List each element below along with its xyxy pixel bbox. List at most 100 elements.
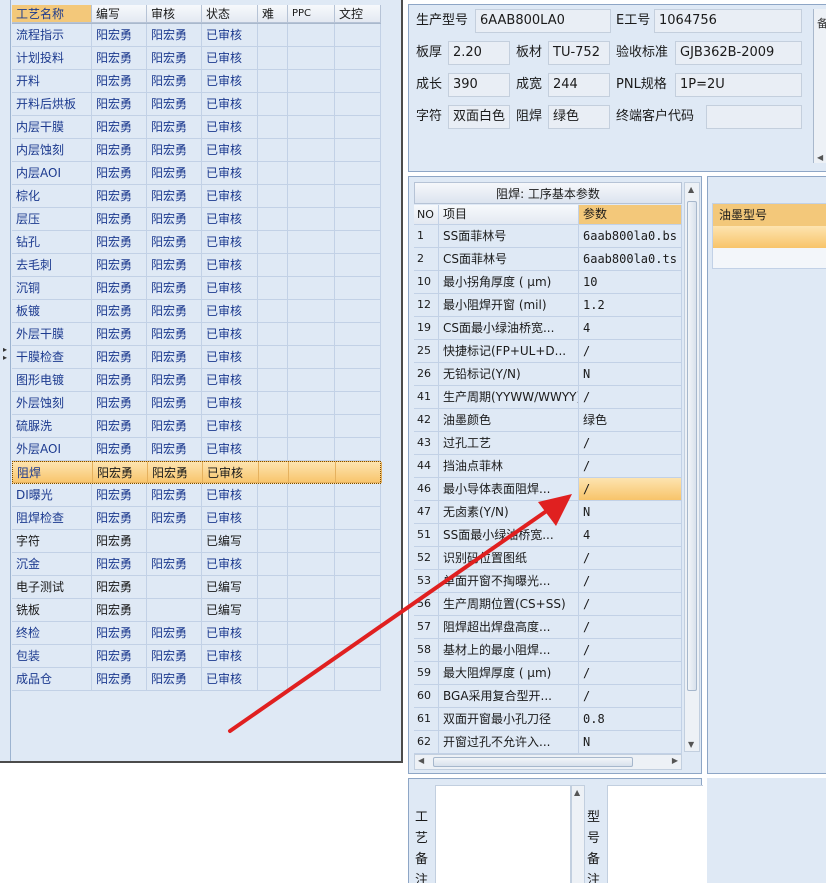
table-row[interactable]: 成品仓 阳宏勇 阳宏勇 已审核 [12, 668, 381, 691]
table-row[interactable]: 44 挡油点菲林 / [414, 455, 682, 478]
param-value-cell[interactable]: / [579, 685, 682, 708]
e-number-field[interactable]: 1064756 [654, 9, 802, 33]
param-value-cell[interactable]: / [579, 570, 682, 593]
column-header[interactable]: 文控 [335, 5, 381, 23]
table-row[interactable]: 26 无铅标记(Y/N) N [414, 363, 682, 386]
ink-selected-row[interactable] [713, 226, 826, 248]
table-row[interactable]: 沉铜 阳宏勇 阳宏勇 已审核 [12, 277, 381, 300]
scroll-thumb[interactable] [687, 201, 697, 691]
column-header[interactable]: 工艺名称 [12, 5, 92, 23]
table-row[interactable]: 终检 阳宏勇 阳宏勇 已审核 [12, 622, 381, 645]
column-header[interactable]: PPC [288, 5, 335, 23]
model-field[interactable]: 6AAB800LA0 [475, 9, 611, 33]
scroll-left-icon[interactable]: ◀ [817, 153, 823, 162]
param-value-cell[interactable]: 6aab800la0.bs [579, 225, 682, 248]
table-row[interactable]: 去毛刺 阳宏勇 阳宏勇 已审核 [12, 254, 381, 277]
table-row[interactable]: 42 油墨颜色 绿色 [414, 409, 682, 432]
table-row[interactable]: DI曝光 阳宏勇 阳宏勇 已审核 [12, 484, 381, 507]
table-row[interactable]: 阻焊 阳宏勇 阳宏勇 已审核 [12, 461, 382, 484]
param-value-cell[interactable]: 4 [579, 317, 682, 340]
param-value-cell[interactable]: 0.8 [579, 708, 682, 731]
table-row[interactable]: 干膜检查 阳宏勇 阳宏勇 已审核 [12, 346, 381, 369]
param-value-cell[interactable]: 10 [579, 271, 682, 294]
table-row[interactable]: 62 开窗过孔不允许入... N [414, 731, 682, 754]
table-row[interactable]: 46 最小导体表面阻焊... / [414, 478, 682, 501]
material-field[interactable]: TU-752 [548, 41, 610, 65]
table-row[interactable]: 52 识别码位置图纸 / [414, 547, 682, 570]
param-value-cell[interactable]: N [579, 363, 682, 386]
table-row[interactable]: 板镀 阳宏勇 阳宏勇 已审核 [12, 300, 381, 323]
table-row[interactable]: 包装 阳宏勇 阳宏勇 已审核 [12, 645, 381, 668]
table-row[interactable]: 41 生产周期(YYWW/WWYY) / [414, 386, 682, 409]
table-row[interactable]: 1 SS面菲林号 6aab800la0.bs [414, 225, 682, 248]
pnl-field[interactable]: 1P=2U [675, 73, 802, 97]
table-row[interactable]: 铣板 阳宏勇 已编写 [12, 599, 381, 622]
table-row[interactable]: 58 基材上的最小阻焊... / [414, 639, 682, 662]
param-value-cell[interactable]: 4 [579, 524, 682, 547]
table-row[interactable]: 19 CS面最小绿油桥宽... 4 [414, 317, 682, 340]
width-field[interactable]: 244 [548, 73, 610, 97]
param-value-cell[interactable]: / [579, 386, 682, 409]
scroll-right-icon[interactable]: ▶ [672, 756, 678, 765]
remark-side-panel[interactable]: 备 ◀ [813, 9, 826, 163]
column-header[interactable]: 状态 [202, 5, 258, 23]
column-header[interactable]: 审核 [147, 5, 202, 23]
params-vertical-scrollbar[interactable]: ▲ ▼ [684, 182, 700, 752]
column-header[interactable]: 参数 [579, 205, 682, 225]
table-row[interactable]: 字符 阳宏勇 已编写 [12, 530, 381, 553]
table-row[interactable]: 内层AOI 阳宏勇 阳宏勇 已审核 [12, 162, 381, 185]
table-row[interactable]: 60 BGA采用复合型开... / [414, 685, 682, 708]
param-value-cell[interactable]: / [579, 478, 682, 501]
table-row[interactable]: 2 CS面菲林号 6aab800la0.ts [414, 248, 682, 271]
table-row[interactable]: 图形电镀 阳宏勇 阳宏勇 已审核 [12, 369, 381, 392]
thickness-field[interactable]: 2.20 [448, 41, 510, 65]
table-row[interactable]: 内层干膜 阳宏勇 阳宏勇 已审核 [12, 116, 381, 139]
table-row[interactable]: 56 生产周期位置(CS+SS) / [414, 593, 682, 616]
scroll-thumb[interactable] [433, 757, 633, 767]
table-row[interactable]: 外层干膜 阳宏勇 阳宏勇 已审核 [12, 323, 381, 346]
standard-field[interactable]: GJB362B-2009 [675, 41, 802, 65]
param-value-cell[interactable]: / [579, 616, 682, 639]
table-row[interactable]: 计划投料 阳宏勇 阳宏勇 已审核 [12, 47, 381, 70]
panel-splitter[interactable]: ▸ ▸ [0, 0, 11, 761]
model-remark-textarea[interactable] [607, 785, 703, 883]
column-header[interactable]: 编写 [92, 5, 147, 23]
param-value-cell[interactable]: / [579, 593, 682, 616]
scroll-left-icon[interactable]: ◀ [418, 756, 424, 765]
param-value-cell[interactable]: / [579, 340, 682, 363]
scroll-down-icon[interactable]: ▼ [688, 740, 694, 749]
table-row[interactable]: 开料 阳宏勇 阳宏勇 已审核 [12, 70, 381, 93]
param-value-cell[interactable]: / [579, 662, 682, 685]
param-value-cell[interactable]: 1.2 [579, 294, 682, 317]
table-row[interactable]: 阻焊检查 阳宏勇 阳宏勇 已审核 [12, 507, 381, 530]
table-row[interactable]: 61 双面开窗最小孔刀径 0.8 [414, 708, 682, 731]
table-row[interactable]: 12 最小阻焊开窗 (mil) 1.2 [414, 294, 682, 317]
param-value-cell[interactable]: / [579, 639, 682, 662]
table-row[interactable]: 外层AOI 阳宏勇 阳宏勇 已审核 [12, 438, 381, 461]
table-row[interactable]: 53 单面开窗不掏曝光... / [414, 570, 682, 593]
table-row[interactable]: 47 无卤素(Y/N) N [414, 501, 682, 524]
char-field[interactable]: 双面白色 [448, 105, 510, 129]
param-value-cell[interactable]: / [579, 432, 682, 455]
column-header[interactable]: 项目 [439, 205, 579, 225]
process-remark-textarea[interactable] [435, 785, 571, 883]
table-row[interactable]: 层压 阳宏勇 阳宏勇 已审核 [12, 208, 381, 231]
param-value-cell[interactable]: / [579, 455, 682, 478]
params-horizontal-scrollbar[interactable]: ◀ ▶ [414, 754, 682, 770]
table-row[interactable]: 57 阻焊超出焊盘高度... / [414, 616, 682, 639]
mask-field[interactable]: 绿色 [548, 105, 610, 129]
table-row[interactable]: 43 过孔工艺 / [414, 432, 682, 455]
table-row[interactable]: 棕化 阳宏勇 阳宏勇 已审核 [12, 185, 381, 208]
customer-code-field[interactable] [706, 105, 802, 129]
column-header[interactable]: NO [414, 205, 439, 225]
table-row[interactable]: 电子测试 阳宏勇 已编写 [12, 576, 381, 599]
param-value-cell[interactable]: N [579, 501, 682, 524]
remark-scrollbar[interactable]: ▲ [571, 785, 585, 883]
param-value-cell[interactable]: N [579, 731, 682, 754]
param-value-cell[interactable]: / [579, 547, 682, 570]
column-header[interactable]: 难 [258, 5, 288, 23]
table-row[interactable]: 硫脲洗 阳宏勇 阳宏勇 已审核 [12, 415, 381, 438]
table-row[interactable]: 开料后烘板 阳宏勇 阳宏勇 已审核 [12, 93, 381, 116]
scroll-up-icon[interactable]: ▲ [688, 185, 694, 194]
param-value-cell[interactable]: 绿色 [579, 409, 682, 432]
